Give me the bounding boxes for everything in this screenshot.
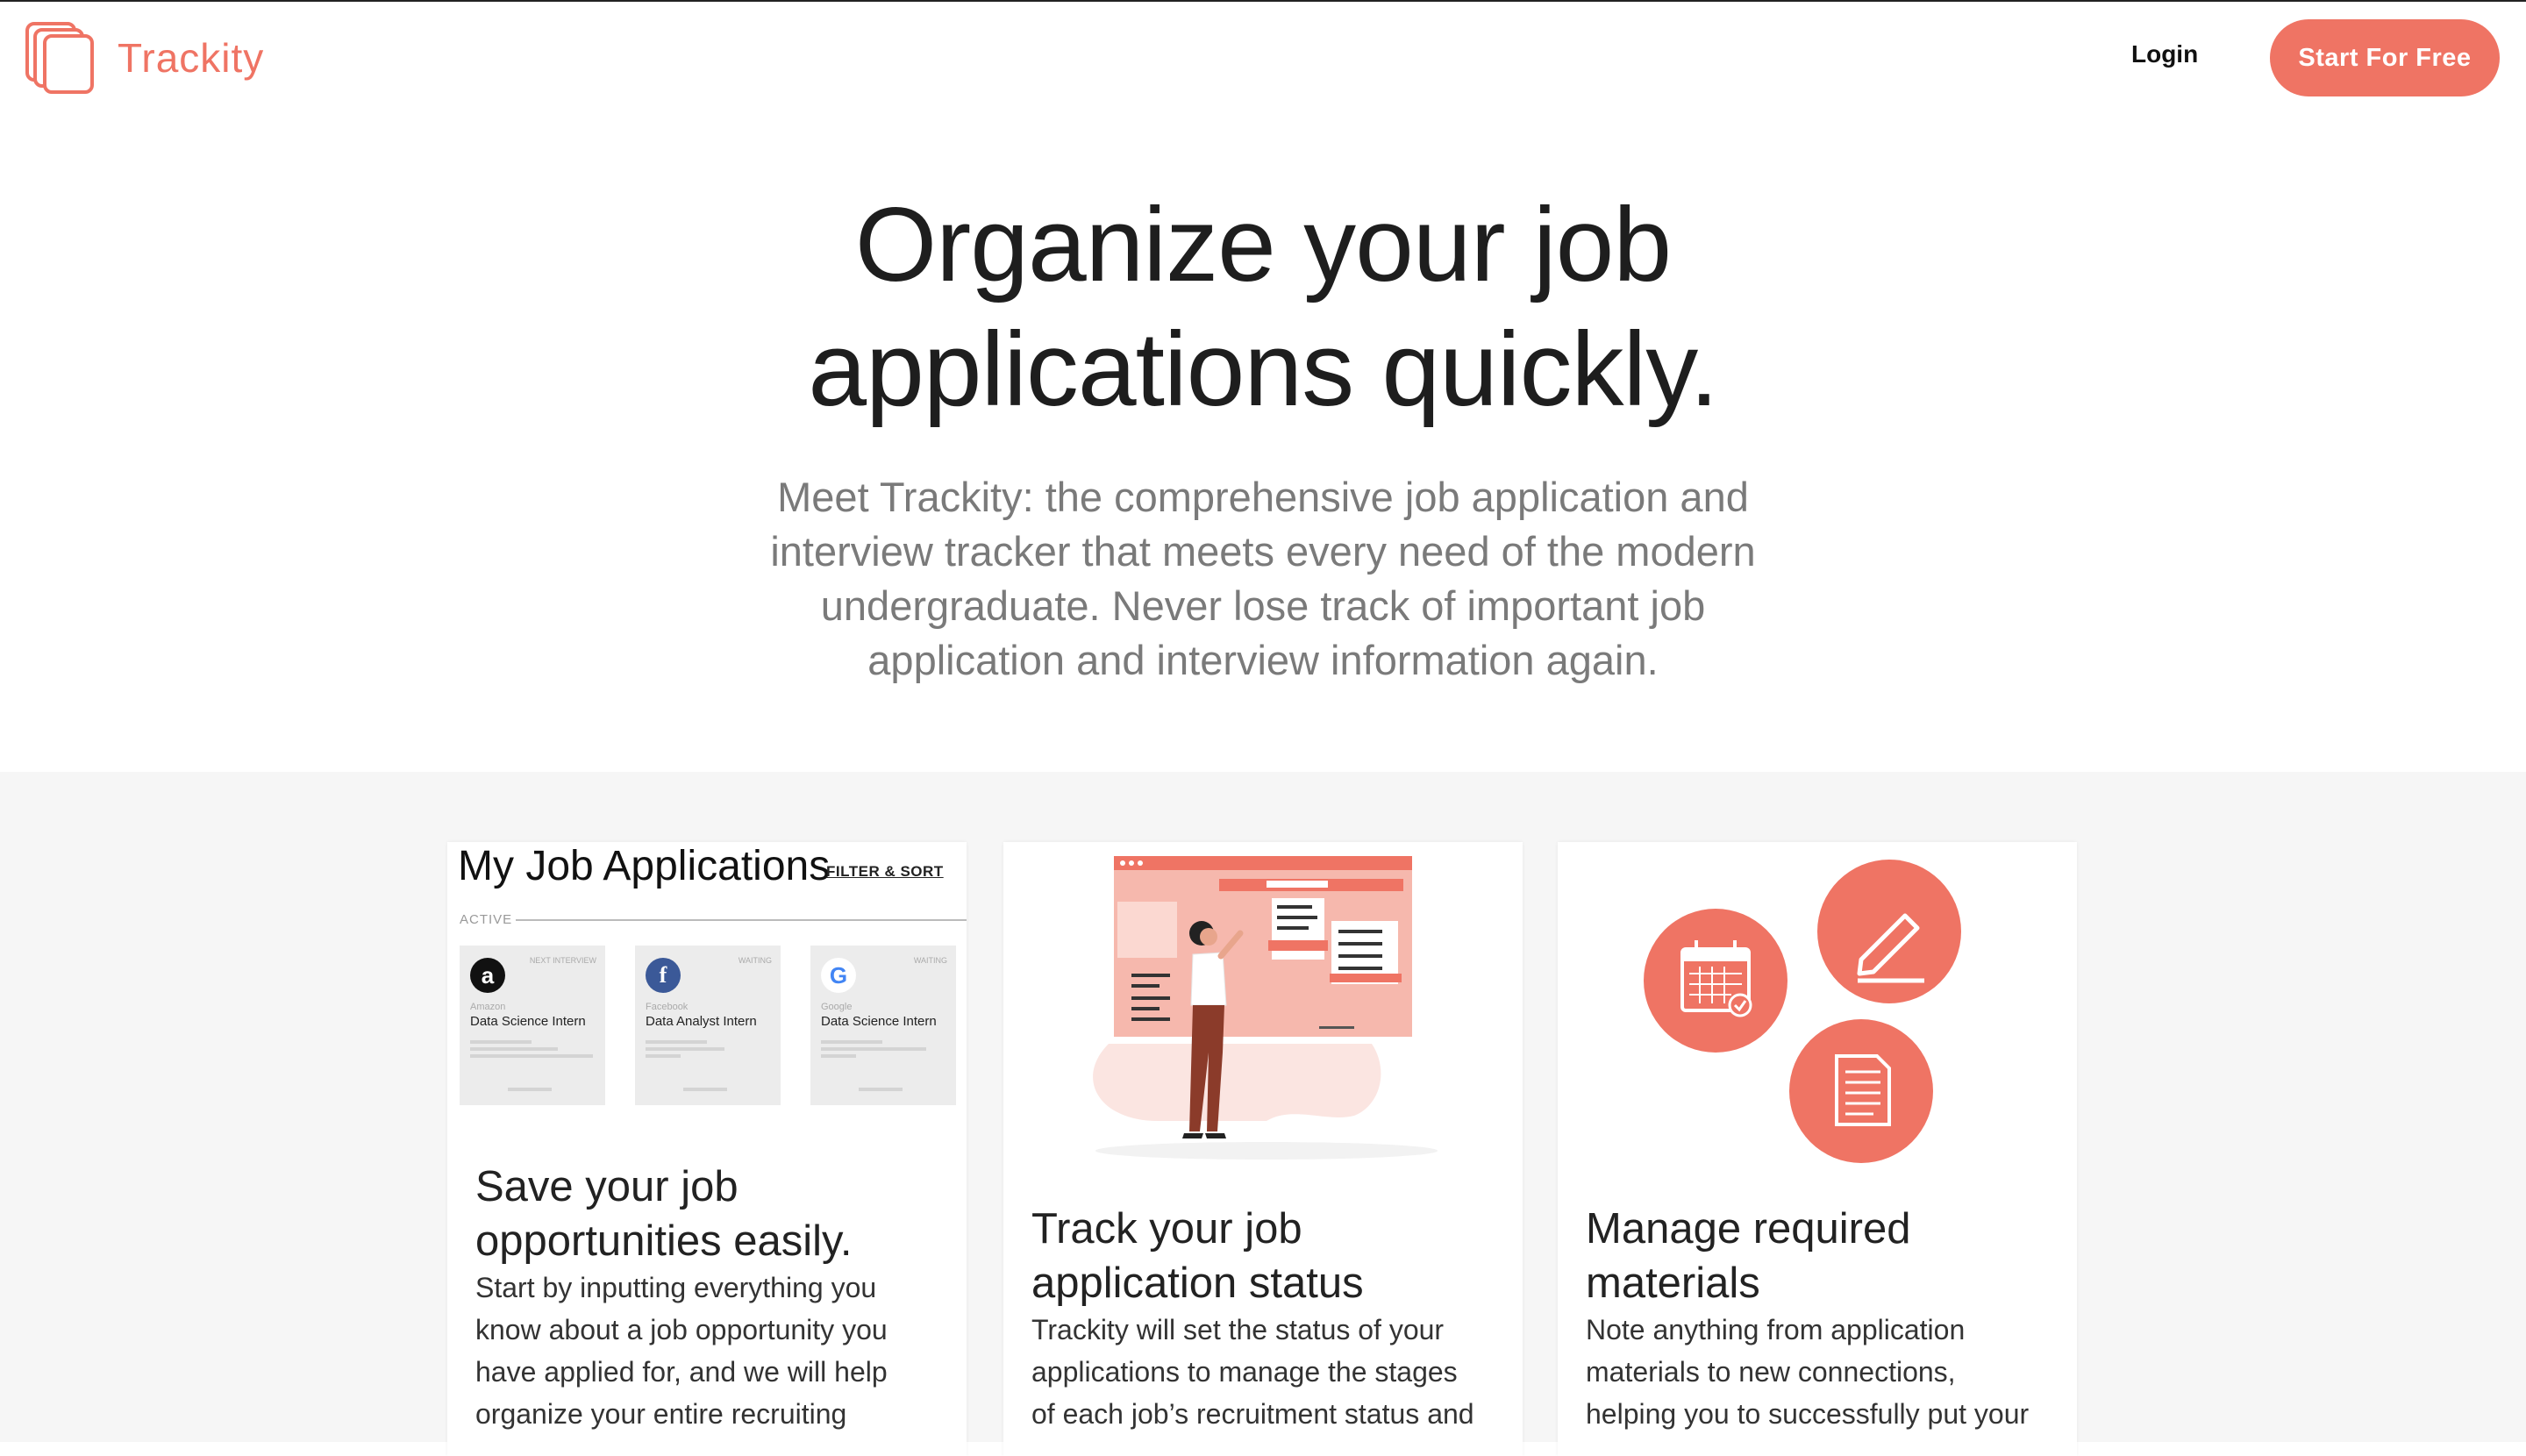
kanban-board-illustration: [1093, 856, 1438, 1160]
hero-title-line1: Organize your job: [854, 186, 1672, 303]
mockup-title: My Job Applications: [458, 843, 831, 889]
job-status: NEXT INTERVIEW: [529, 956, 596, 965]
feature-body: Note anything from application materials…: [1586, 1314, 2030, 1430]
mockup-job-card: G WAITING Google Data Science Intern: [810, 946, 956, 1105]
feature-title: Track your job application status: [1031, 1205, 1364, 1307]
job-company: Amazon: [470, 1002, 506, 1012]
materials-icons-illustration: [1644, 860, 1961, 1163]
feature-title: Manage required materials: [1586, 1205, 1911, 1307]
stacked-pages-icon: [25, 22, 94, 94]
hero-title-line2: applications quickly.: [808, 310, 1718, 428]
feature-body: Start by inputting everything you know a…: [475, 1272, 888, 1430]
job-role: Data Science Intern: [821, 1014, 937, 1029]
brand-logo[interactable]: Trackity: [25, 21, 264, 95]
hero-title: Organize your job applications quickly.: [561, 182, 1965, 432]
feature-title: Save your job opportunities easily.: [475, 1163, 853, 1265]
hero-subtitle: Meet Trackity: the comprehensive job app…: [770, 474, 1756, 683]
google-logo-icon: G: [821, 958, 856, 993]
feature-body: Trackity will set the status of your app…: [1031, 1314, 1474, 1430]
calendar-icon: [1644, 909, 1787, 1053]
job-role: Data Science Intern: [470, 1014, 586, 1029]
job-company: Google: [821, 1002, 853, 1012]
document-icon: [1789, 1019, 1933, 1163]
start-for-free-button[interactable]: Start For Free: [2270, 19, 2500, 96]
job-company: Facebook: [646, 1002, 689, 1012]
job-role: Data Analyst Intern: [646, 1014, 757, 1029]
mockup-divider: [516, 919, 967, 921]
facebook-logo-icon: f: [646, 958, 681, 993]
mockup-section-label: ACTIVE: [460, 912, 513, 927]
job-status: WAITING: [738, 956, 772, 965]
job-list-mockup: My Job Applications FILTER & SORT ACTIVE…: [447, 842, 967, 1131]
login-link[interactable]: Login: [2131, 40, 2198, 68]
amazon-logo-icon: a: [470, 958, 505, 993]
feature-card-manage: Manage required materials Note anything …: [1558, 842, 2077, 1456]
job-status: WAITING: [913, 956, 947, 965]
feature-card-track: Track your job application status Tracki…: [1003, 842, 1523, 1456]
mockup-filter: FILTER & SORT: [826, 863, 944, 880]
mockup-job-card: f WAITING Facebook Data Analyst Intern: [635, 946, 781, 1105]
mockup-job-card: a NEXT INTERVIEW Amazon Data Science Int…: [460, 946, 605, 1105]
navbar: Trackity Login Start For Free: [0, 2, 2526, 114]
brand-name: Trackity: [118, 35, 265, 81]
pencil-icon: [1817, 860, 1961, 1003]
feature-card-save: My Job Applications FILTER & SORT ACTIVE…: [447, 842, 967, 1456]
